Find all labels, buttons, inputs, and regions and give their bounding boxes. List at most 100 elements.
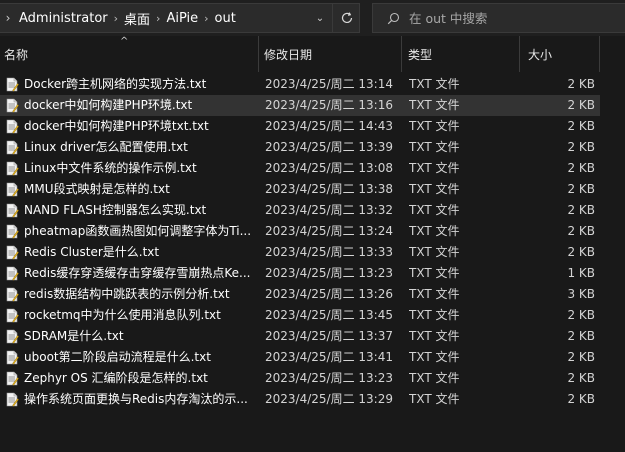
file-name: docker中如何构建PHP环境.txt [24,98,193,112]
breadcrumb-separator-icon[interactable]: › [153,12,163,25]
file-row[interactable]: pheatmap函数画热图如何调整字体为Ti... 2023/4/25/周二 13… [0,221,625,242]
file-row[interactable]: docker中如何构建PHP环境.txt 2023/4/25/周二 13:16 TX… [0,95,625,116]
column-header-name[interactable]: 名称 [0,36,259,72]
text-file-icon [6,203,19,218]
text-file-icon [6,371,19,386]
file-size: 2 KB [567,98,595,112]
file-size: 2 KB [567,224,595,238]
file-name: rocketmq中为什么使用消息队列.txt [24,308,221,322]
text-file-icon [6,224,19,239]
search-input[interactable] [407,9,607,27]
refresh-button[interactable] [332,4,360,32]
file-name: Zephyr OS 汇编阶段是怎样的.txt [24,371,208,385]
text-file-icon [6,140,19,155]
file-type: TXT 文件 [409,161,460,175]
refresh-icon [341,12,352,24]
file-row[interactable]: Linux driver怎么配置使用.txt 2023/4/25/周二 13:39… [0,137,625,158]
file-modified-date: 2023/4/25/周二 13:16 [265,98,393,112]
address-bar[interactable]: › Administrator › 桌面 › AiPie › out ⌄ [0,3,360,33]
text-file-icon [6,287,19,302]
file-modified-date: 2023/4/25/周二 13:41 [265,350,393,364]
file-row[interactable]: MMU段式映射是怎样的.txt 2023/4/25/周二 13:38 TXT 文件 2… [0,179,625,200]
file-row[interactable]: rocketmq中为什么使用消息队列.txt 2023/4/25/周二 13:45… [0,305,625,326]
file-size: 2 KB [567,203,595,217]
file-name: uboot第二阶段启动流程是什么.txt [24,350,211,364]
file-name: 操作系统页面更换与Redis内存淘汰的示... [24,392,248,406]
breadcrumb-chevron-icon[interactable]: › [0,3,16,33]
file-type: TXT 文件 [409,266,460,280]
file-type: TXT 文件 [409,308,460,322]
search-box[interactable] [372,3,625,33]
breadcrumb-separator-icon[interactable]: › [201,12,211,25]
search-icon [383,12,403,25]
title-bar: › Administrator › 桌面 › AiPie › out ⌄ [0,0,625,36]
text-file-icon [6,266,19,281]
breadcrumb-item-desktop[interactable]: 桌面 [121,9,153,28]
file-row[interactable]: 操作系统页面更换与Redis内存淘汰的示... 2023/4/25/周二 13:2… [0,389,625,410]
file-row[interactable]: SDRAM是什么.txt 2023/4/25/周二 13:37 TXT 文件 2 KB [0,326,625,347]
breadcrumb-separator-icon[interactable]: › [111,12,121,25]
file-size: 2 KB [567,245,595,259]
file-size: 3 KB [567,287,595,301]
file-size: 2 KB [567,182,595,196]
file-size: 2 KB [567,161,595,175]
file-type: TXT 文件 [409,119,460,133]
file-row[interactable]: Redis缓存穿透缓存击穿缓存雪崩热点Ke... 2023/4/25/周二 13:… [0,263,625,284]
file-size: 2 KB [567,329,595,343]
text-file-icon [6,392,19,407]
file-name: NAND FLASH控制器怎么实现.txt [24,203,207,217]
file-modified-date: 2023/4/25/周二 13:08 [265,161,393,175]
file-type: TXT 文件 [409,77,460,91]
file-modified-date: 2023/4/25/周二 14:43 [265,119,393,133]
file-row[interactable]: Docker跨主机网络的实现方法.txt 2023/4/25/周二 13:14 TX… [0,74,625,95]
file-modified-date: 2023/4/25/周二 13:24 [265,224,393,238]
text-file-icon [6,308,19,323]
file-name: pheatmap函数画热图如何调整字体为Ti... [24,224,250,238]
breadcrumb-item-out[interactable]: out [212,11,239,26]
file-type: TXT 文件 [409,329,460,343]
file-rows: Docker跨主机网络的实现方法.txt 2023/4/25/周二 13:14 TX… [0,74,625,410]
file-row[interactable]: Zephyr OS 汇编阶段是怎样的.txt 2023/4/25/周二 13:23… [0,368,625,389]
file-modified-date: 2023/4/25/周二 13:29 [265,392,393,406]
file-modified-date: 2023/4/25/周二 13:33 [265,245,393,259]
column-header-row: ^ 名称 修改日期 类型 大小 [0,36,625,72]
file-modified-date: 2023/4/25/周二 13:38 [265,182,393,196]
file-list-view: ^ 名称 修改日期 类型 大小 Docker跨主机网络的实现方法.txt 2023… [0,36,625,452]
file-modified-date: 2023/4/25/周二 13:45 [265,308,393,322]
file-modified-date: 2023/4/25/周二 13:23 [265,371,393,385]
breadcrumb-item-aipie[interactable]: AiPie [163,11,201,26]
address-history-dropdown-icon[interactable]: ⌄ [309,3,331,33]
file-type: TXT 文件 [409,182,460,196]
file-size: 1 KB [567,266,595,280]
text-file-icon [6,77,19,92]
column-header-size[interactable]: 大小 [524,36,600,72]
text-file-icon [6,245,19,260]
breadcrumb-item-administrator[interactable]: Administrator [16,11,111,26]
file-row[interactable]: Redis Cluster是什么.txt 2023/4/25/周二 13:33 TX… [0,242,625,263]
file-name: Redis Cluster是什么.txt [24,245,160,259]
file-row[interactable]: NAND FLASH控制器怎么实现.txt 2023/4/25/周二 13:32 T… [0,200,625,221]
file-row[interactable]: uboot第二阶段启动流程是什么.txt 2023/4/25/周二 13:41 TX… [0,347,625,368]
file-type: TXT 文件 [409,350,460,364]
file-type: TXT 文件 [409,224,460,238]
file-size: 2 KB [567,308,595,322]
file-size: 2 KB [567,77,595,91]
file-modified-date: 2023/4/25/周二 13:37 [265,329,393,343]
file-type: TXT 文件 [409,392,460,406]
file-modified-date: 2023/4/25/周二 13:26 [265,287,393,301]
text-file-icon [6,350,19,365]
file-type: TXT 文件 [409,371,460,385]
text-file-icon [6,329,19,344]
file-name: SDRAM是什么.txt [24,329,124,343]
file-type: TXT 文件 [409,98,460,112]
file-modified-date: 2023/4/25/周二 13:23 [265,266,393,280]
file-row[interactable]: redis数据结构中跳跃表的示例分析.txt 2023/4/25/周二 13:26… [0,284,625,305]
column-header-type[interactable]: 类型 [404,36,520,72]
text-file-icon [6,98,19,113]
file-modified-date: 2023/4/25/周二 13:14 [265,77,393,91]
file-type: TXT 文件 [409,287,460,301]
text-file-icon [6,119,19,134]
file-row[interactable]: docker中如何构建PHP环境txt.txt 2023/4/25/周二 14:4… [0,116,625,137]
column-header-date[interactable]: 修改日期 [260,36,402,72]
file-row[interactable]: Linux中文件系统的操作示例.txt 2023/4/25/周二 13:08 TXT… [0,158,625,179]
